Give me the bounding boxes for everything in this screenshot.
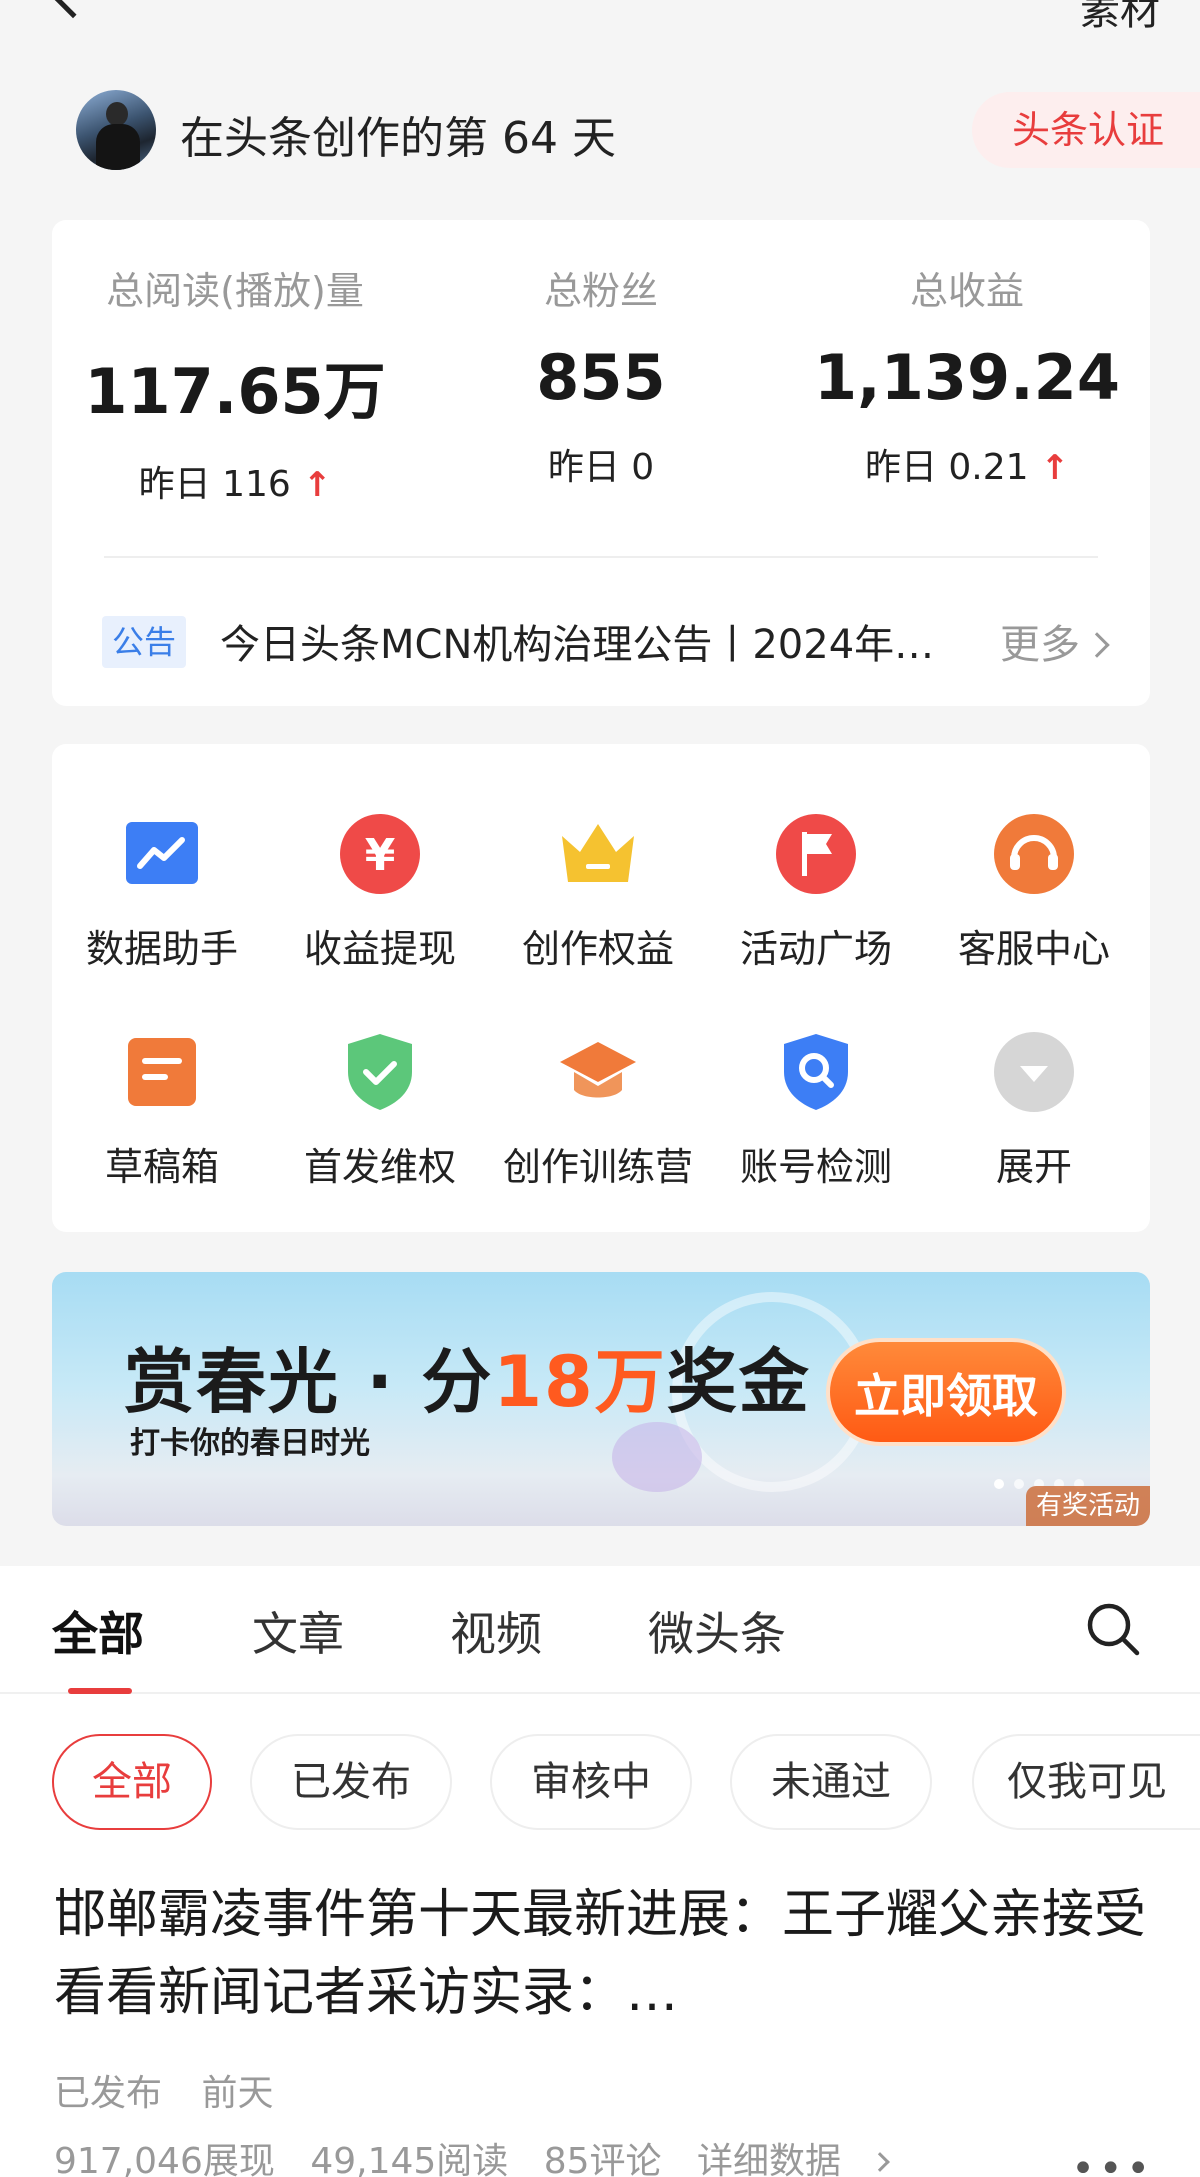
filter-chip-rejected[interactable]: 未通过 [730,1734,932,1830]
tab-videos[interactable]: 视频 [450,1598,542,1664]
stats-card: 总阅读(播放)量 117.65万 昨日 116 ↑ 总粉丝 855 昨日 0 总收… [52,220,1150,706]
stat-total-income[interactable]: 总收益 1,139.24 昨日 0.21 ↑ [784,260,1150,490]
tool-label: 账号检测 [739,1145,892,1189]
tool-account-check[interactable]: 账号检测 [706,1030,926,1210]
divider [104,556,1098,558]
stat-yesterday: 昨日 0.21 [864,447,1029,488]
draft-box-icon [128,1038,196,1106]
tool-label: 收益提现 [303,927,456,971]
back-arrow-icon[interactable] [51,0,95,19]
banner-title: 赏春光 · 分18万奖金 [124,1341,811,1423]
stat-total-reads[interactable]: 总阅读(播放)量 117.65万 昨日 116 ↑ [52,260,418,507]
article-status: 已发布 [54,2073,163,2114]
stat-label: 总收益 [909,269,1024,313]
announcement-tag: 公告 [102,616,187,668]
announcement-text[interactable]: 今日头条MCN机构治理公告丨2024年… [220,612,940,670]
yen-coin-icon: ¥ [340,814,420,894]
flag-icon [776,814,856,894]
chart-trend-icon [126,822,198,884]
filter-chip-reviewing[interactable]: 审核中 [490,1734,692,1830]
stat-label: 总粉丝 [543,269,658,313]
top-right-action[interactable]: 素材 [1080,0,1160,36]
tool-income-withdraw[interactable]: ¥ 收益提现 [270,812,490,992]
banner-badge: 有奖活动 [1025,1486,1150,1526]
stat-value: 855 [536,341,666,414]
graduation-cap-icon [560,1042,636,1098]
tool-label: 首发维权 [303,1145,456,1189]
stat-yesterday: 昨日 0 [547,447,655,488]
crown-icon [562,824,634,882]
stat-total-fans[interactable]: 总粉丝 855 昨日 0 [418,260,784,490]
promo-banner[interactable]: 赏春光 · 分18万奖金 打卡你的春日时光 立即领取 有奖活动 [52,1272,1150,1526]
banner-claim-button[interactable]: 立即领取 [826,1338,1066,1446]
stat-value: 117.65万 [84,355,386,428]
article-reads: 49,145阅读 [310,2141,509,2177]
stat-yesterday: 昨日 116 [138,464,291,505]
banner-subtitle: 打卡你的春日时光 [130,1426,370,1461]
top-bar: 素材 [0,0,1200,60]
tool-activity-plaza[interactable]: 活动广场 [706,812,926,992]
certification-button[interactable]: 头条认证 [971,92,1200,168]
tool-label: 活动广场 [739,927,892,971]
filter-chip-private[interactable]: 仅我可见 [972,1734,1200,1830]
tool-label: 创作权益 [521,927,674,971]
article-stats-row: 917,046展现 49,145阅读 85评论 详细数据 [54,2132,935,2177]
active-tab-indicator [68,1688,132,1694]
tool-customer-service[interactable]: 客服中心 [924,812,1144,992]
article-title[interactable]: 邯郸霸凌事件第十天最新进展：王子耀父亲接受看看新闻记者采访实录：… [54,1876,1154,2032]
content-tabs: 全部 文章 视频 微头条 [0,1566,1200,1694]
tab-all[interactable]: 全部 [52,1598,144,1664]
svg-text:¥: ¥ [365,830,396,881]
tool-label: 展开 [995,1145,1072,1189]
chevron-right-icon [1084,632,1110,658]
chevron-right-icon [870,2152,890,2172]
tool-label: 创作训练营 [502,1145,693,1189]
tool-label: 客服中心 [957,927,1110,971]
tool-original-rights[interactable]: 首发维权 [270,1030,490,1210]
avatar[interactable] [76,90,156,170]
article-detail-link[interactable]: 详细数据 [697,2141,911,2177]
filter-chip-all[interactable]: 全部 [52,1734,212,1830]
profile-row: 在头条创作的第 64 天 头条认证 [0,80,1200,180]
article-impressions: 917,046展现 [54,2141,275,2177]
trend-up-icon: ↑ [302,465,332,505]
filter-chip-published[interactable]: 已发布 [250,1734,452,1830]
headset-icon [994,814,1074,894]
tab-micro-posts[interactable]: 微头条 [648,1598,786,1664]
tool-data-assistant[interactable]: 数据助手 [52,812,272,992]
banner-decoration [612,1422,702,1492]
stat-label: 总阅读(播放)量 [106,269,364,313]
announcement-bar[interactable]: 公告 今日头条MCN机构治理公告丨2024年… 更多 [102,604,1110,676]
stat-value: 1,139.24 [814,341,1120,414]
tool-label: 草稿箱 [104,1145,219,1189]
content-section: 全部 文章 视频 微头条 全部 已发布 审核中 未通过 仅我可见 邯郸霸凌事件第… [0,1566,1200,2177]
creation-days-label: 在头条创作的第 64 天 [180,113,616,164]
tool-label: 数据助手 [85,927,238,971]
shield-search-icon [784,1034,848,1110]
search-icon[interactable] [1086,1602,1140,1656]
tool-expand[interactable]: 展开 [924,1030,1144,1210]
trend-up-icon: ↑ [1040,448,1070,488]
tab-articles[interactable]: 文章 [252,1598,344,1664]
more-options-icon[interactable]: ••• [1071,2146,1154,2177]
tool-creator-benefits[interactable]: 创作权益 [488,812,708,992]
article-status-row: 已发布 前天 [54,2064,301,2116]
article-time: 前天 [201,2073,274,2114]
article-comments: 85评论 [543,2141,662,2177]
announcement-more-link[interactable]: 更多 [1000,612,1110,670]
tool-training-camp[interactable]: 创作训练营 [488,1030,708,1210]
tool-drafts[interactable]: 草稿箱 [52,1030,272,1210]
shield-check-icon [348,1034,412,1110]
tools-grid: 数据助手 ¥ 收益提现 创作权益 活动广场 客服中心 草稿箱 首发维权 创作训练… [52,744,1150,1232]
expand-down-icon [994,1032,1074,1112]
